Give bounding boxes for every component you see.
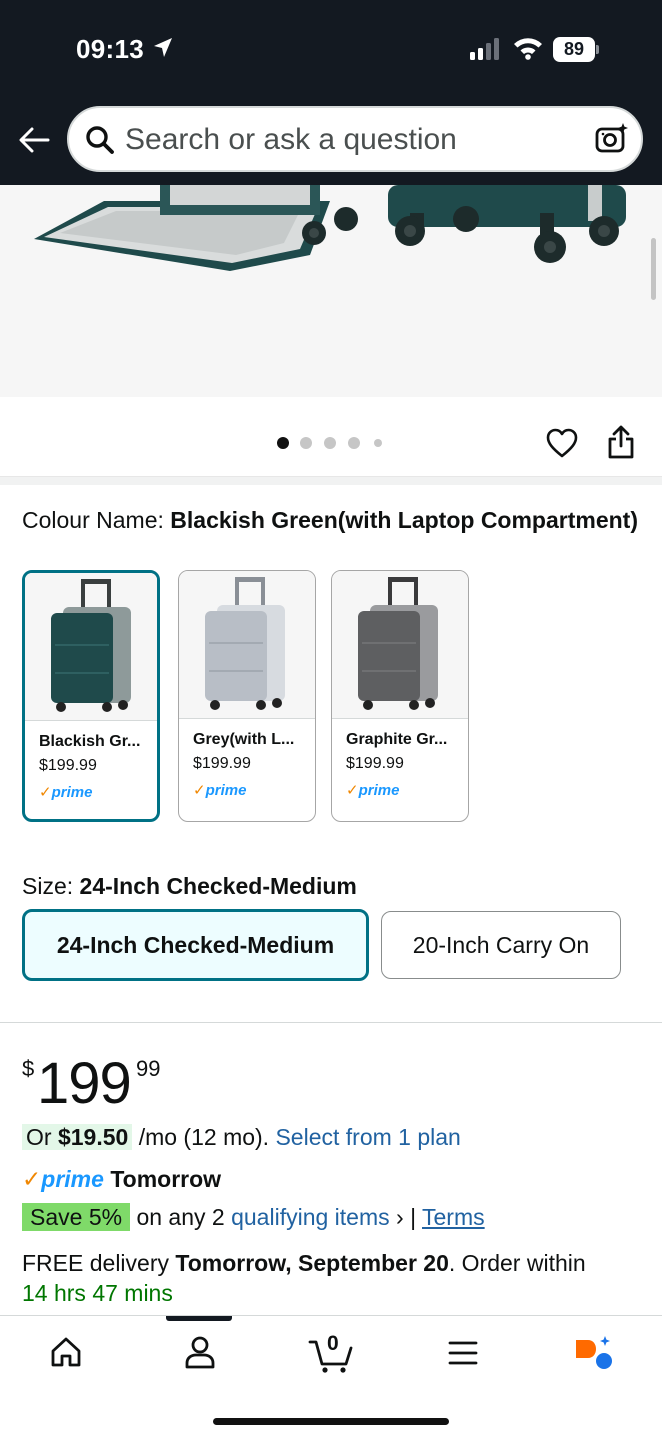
cellular-signal-icon <box>470 38 499 60</box>
delivery-info: FREE delivery Tomorrow, September 20. Or… <box>22 1250 586 1306</box>
swatch-price: $199.99 <box>193 755 251 772</box>
size-label: Size: 24-Inch Checked-Medium <box>22 873 357 900</box>
swatch-name: Grey(with L... <box>193 731 295 748</box>
swatch-image <box>179 571 315 719</box>
active-tab-indicator <box>166 1316 232 1321</box>
price-currency: $ <box>22 1056 35 1081</box>
home-indicator <box>213 1418 449 1425</box>
installment-amount: $19.50 <box>57 1124 129 1150</box>
size-option-24-inch[interactable]: 24-Inch Checked-Medium <box>22 909 369 981</box>
product-image-gallery[interactable] <box>0 185 662 397</box>
gallery-dot[interactable] <box>348 437 360 449</box>
prime-badge: ✓prime <box>39 784 93 801</box>
colour-name-label: Colour Name: Blackish Green(with Laptop … <box>22 505 642 535</box>
prime-delivery-day: Tomorrow <box>110 1166 222 1192</box>
prime-badge: ✓prime <box>346 782 400 799</box>
prime-check-icon: ✓ <box>193 782 206 799</box>
terms-link[interactable]: Terms <box>422 1204 485 1230</box>
product-image <box>34 185 626 271</box>
swatch-name: Blackish Gr... <box>39 733 141 750</box>
colour-swatch-blackish-green[interactable]: Blackish Gr... $199.99 ✓prime <box>22 570 160 822</box>
select-plan-link[interactable]: Select from 1 plan <box>275 1124 460 1150</box>
gallery-dot[interactable] <box>300 437 312 449</box>
size-label-prefix: Size: <box>22 873 80 899</box>
save-badge: Save 5% <box>22 1203 131 1231</box>
section-divider <box>0 477 662 485</box>
battery-indicator: 89 <box>553 37 599 62</box>
suitcase-thumbnail <box>205 577 285 710</box>
swatch-image <box>332 571 468 719</box>
cart-count: 0 <box>327 1332 339 1355</box>
search-icon <box>86 126 114 154</box>
prime-delivery: ✓prime Tomorrow <box>22 1166 221 1193</box>
header: 09:13 89 <box>0 0 662 185</box>
installment-highlight: Or $19.50 <box>22 1124 133 1150</box>
search-input[interactable] <box>125 122 565 158</box>
colour-swatch-graphite-grey[interactable]: Graphite Gr... $199.99 ✓prime <box>331 570 469 822</box>
colour-label-prefix: Colour Name: <box>22 507 171 533</box>
gallery-dot[interactable] <box>277 437 289 449</box>
promo-line: Save 5% on any 2 qualifying items › | Te… <box>22 1203 485 1231</box>
suitcase-thumbnail <box>358 577 438 710</box>
prime-check-icon: ✓ <box>346 782 359 799</box>
camera-search-icon[interactable] <box>595 122 629 156</box>
prime-check-icon: ✓ <box>22 1166 42 1192</box>
wifi-icon <box>514 38 542 60</box>
installment-offer: Or $19.50 /mo (12 mo). Select from 1 pla… <box>22 1124 461 1151</box>
scrollbar[interactable] <box>651 238 656 300</box>
cart-button[interactable]: 0 <box>308 1332 354 1374</box>
swatch-price: $199.99 <box>39 757 97 774</box>
swatch-image <box>25 573 157 721</box>
prime-check-icon: ✓ <box>39 784 52 801</box>
search-bar[interactable] <box>67 106 643 172</box>
rufus-assistant-icon[interactable] <box>572 1336 614 1372</box>
delivery-countdown: 14 hrs 47 mins <box>22 1280 173 1306</box>
location-arrow-icon <box>154 38 172 57</box>
back-arrow-icon[interactable] <box>18 124 50 156</box>
size-option-20-inch[interactable]: 20-Inch Carry On <box>381 911 621 979</box>
swatch-name: Graphite Gr... <box>346 731 448 748</box>
prime-badge: ✓prime <box>193 782 247 799</box>
gallery-dot[interactable] <box>374 439 382 447</box>
price-fraction: 99 <box>136 1056 161 1081</box>
menu-icon[interactable] <box>448 1340 478 1366</box>
status-time: 09:13 <box>76 34 144 64</box>
colour-swatch-grey[interactable]: Grey(with L... $199.99 ✓prime <box>178 570 316 822</box>
qualifying-items-link[interactable]: qualifying items <box>231 1204 390 1230</box>
account-icon[interactable] <box>184 1334 216 1370</box>
home-icon[interactable] <box>50 1334 82 1370</box>
share-icon[interactable] <box>607 424 635 460</box>
gallery-dot[interactable] <box>324 437 336 449</box>
divider <box>0 1022 662 1023</box>
suitcase-thumbnail <box>51 579 131 712</box>
prime-logo: ✓prime <box>22 1166 104 1192</box>
swatch-price: $199.99 <box>346 755 404 772</box>
heart-icon[interactable] <box>546 428 578 458</box>
price-whole: 199 <box>37 1051 132 1116</box>
selected-size: 24-Inch Checked-Medium <box>79 873 357 899</box>
delivery-date: Tomorrow, September 20 <box>175 1250 449 1276</box>
selected-colour: Blackish Green(with Laptop Compartment) <box>170 507 638 533</box>
